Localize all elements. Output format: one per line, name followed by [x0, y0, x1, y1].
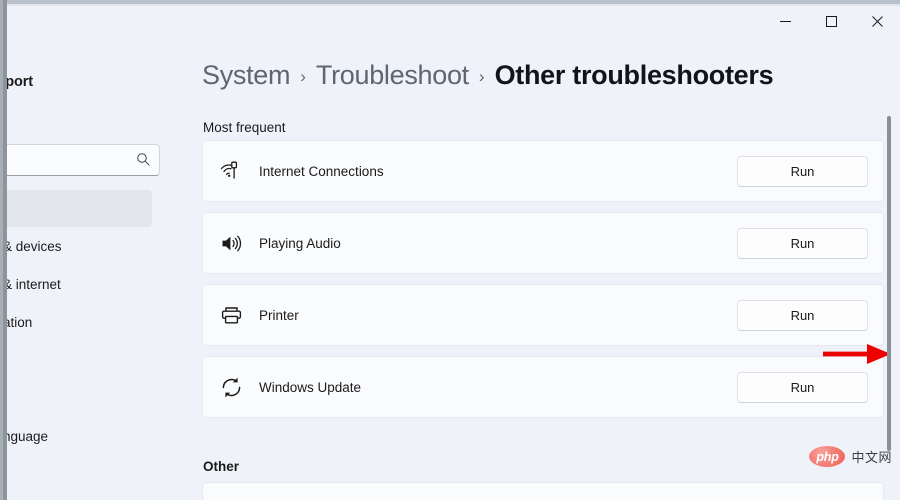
sidebar-item-label: & devices	[7, 239, 62, 254]
list-item[interactable]: Internet Connections Run	[202, 140, 884, 202]
watermark-text: 中文网	[851, 450, 892, 465]
profile-subtitle: Account	[7, 92, 159, 104]
scrollbar-thumb[interactable]	[887, 116, 891, 451]
content-pane: System › Troubleshoot › Other troublesho…	[160, 38, 900, 500]
sidebar-item-time-language[interactable]: nguage	[7, 418, 152, 455]
section-heading-other: Other	[203, 459, 240, 474]
title-bar[interactable]	[7, 4, 900, 38]
run-button-windows-update[interactable]: Run	[737, 371, 868, 403]
sidebar-item-apps[interactable]	[7, 342, 152, 379]
breadcrumb: System › Troubleshoot › Other troublesho…	[202, 60, 774, 91]
settings-window: owsReport Account & devices	[7, 4, 900, 500]
minimize-icon[interactable]	[762, 4, 808, 38]
troubleshooter-label: Printer	[259, 307, 299, 323]
run-button-internet-connections[interactable]: Run	[737, 155, 868, 187]
breadcrumb-item-system[interactable]: System	[202, 60, 291, 91]
watermark: php 中文网	[809, 446, 892, 467]
sidebar: owsReport Account & devices	[7, 38, 160, 500]
close-icon[interactable]	[854, 4, 900, 38]
php-logo-icon: php	[809, 446, 846, 467]
troubleshooter-label: Internet Connections	[259, 163, 384, 179]
search-input[interactable]	[7, 144, 160, 176]
window-controls	[762, 4, 900, 38]
wifi-connection-icon	[203, 160, 259, 183]
breadcrumb-separator-icon: ›	[478, 66, 485, 86]
run-button-playing-audio[interactable]: Run	[737, 227, 868, 259]
sidebar-item-accounts[interactable]	[7, 380, 152, 417]
list-item[interactable]: Printer Run	[202, 284, 884, 346]
sidebar-nav: & devices & internet ation nguage	[7, 190, 160, 456]
speaker-icon	[203, 232, 259, 255]
troubleshooter-label: Playing Audio	[259, 235, 341, 251]
page-title: Other troubleshooters	[494, 60, 774, 90]
section-heading-most-frequent: Most frequent	[203, 120, 286, 135]
sidebar-item-bluetooth-devices[interactable]: & devices	[7, 228, 152, 265]
profile-block[interactable]: owsReport Account	[7, 74, 159, 104]
breadcrumb-item-troubleshoot[interactable]: Troubleshoot	[316, 60, 469, 91]
list-item[interactable]: Windows Update Run	[202, 356, 884, 418]
troubleshooter-label: Windows Update	[259, 379, 362, 395]
sidebar-item-system[interactable]	[7, 190, 152, 227]
run-button-printer[interactable]: Run	[737, 299, 868, 331]
sidebar-item-personalization[interactable]: ation	[7, 304, 152, 341]
maximize-icon[interactable]	[808, 4, 854, 38]
sidebar-item-label: ation	[7, 315, 33, 330]
screen: owsReport Account & devices	[0, 0, 900, 500]
troubleshooter-list: Internet Connections Run Playing Audio R…	[202, 140, 884, 428]
refresh-sync-icon	[203, 376, 259, 399]
sidebar-item-label: & internet	[7, 277, 61, 292]
printer-icon	[203, 304, 259, 327]
sidebar-item-label: nguage	[7, 429, 49, 444]
profile-name: owsReport	[7, 74, 34, 90]
background-window-edge-inner	[0, 0, 3, 500]
list-item[interactable]: Playing Audio Run	[202, 212, 884, 274]
search-icon	[136, 152, 151, 172]
sidebar-item-network-internet[interactable]: & internet	[7, 266, 152, 303]
other-section-card-partial[interactable]	[202, 482, 884, 500]
breadcrumb-separator-icon: ›	[300, 66, 306, 86]
